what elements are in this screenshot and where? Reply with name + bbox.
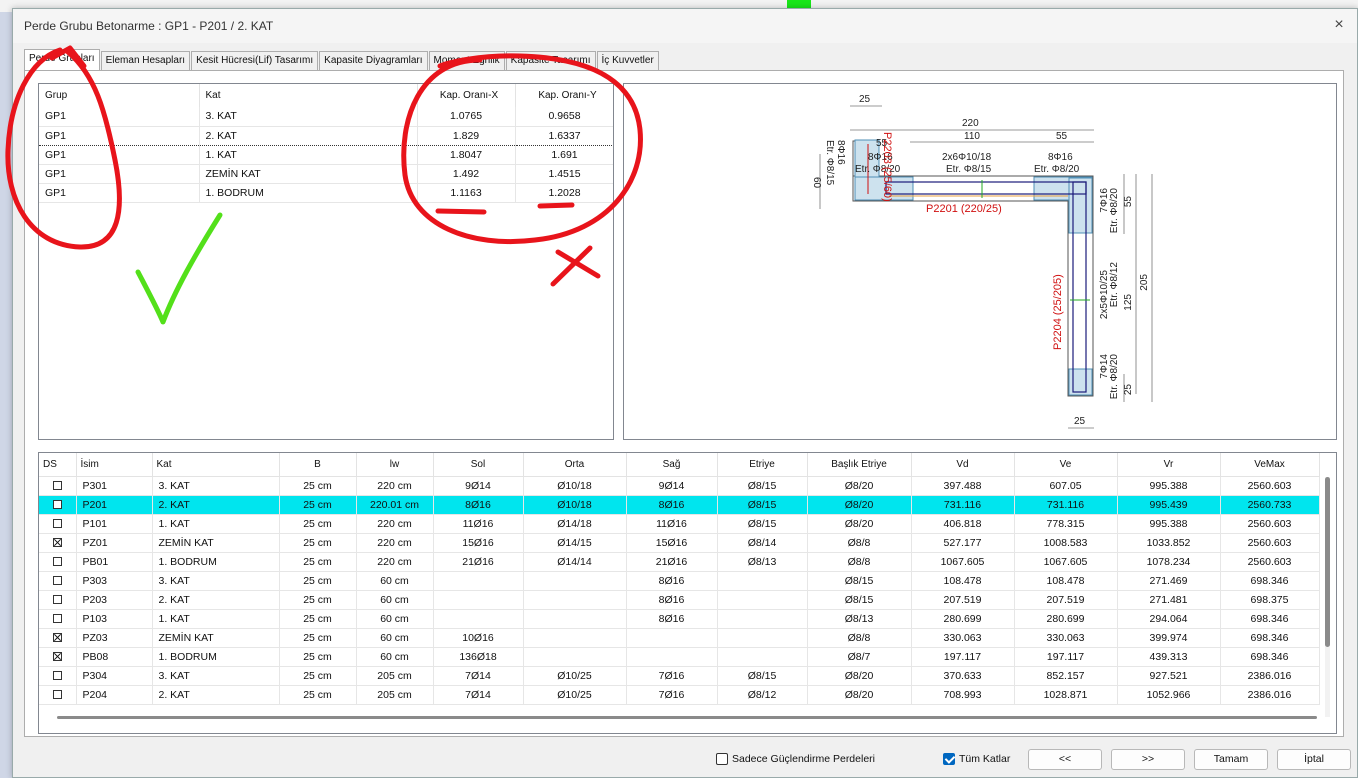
red-circle-left	[5, 47, 122, 250]
red-annotations	[5, 45, 643, 287]
annotation-overlay	[5, 45, 643, 325]
red-underline-x	[435, 208, 487, 215]
green-check-mark	[135, 212, 223, 325]
red-underline-y	[537, 202, 575, 209]
red-circle-right	[401, 53, 643, 245]
